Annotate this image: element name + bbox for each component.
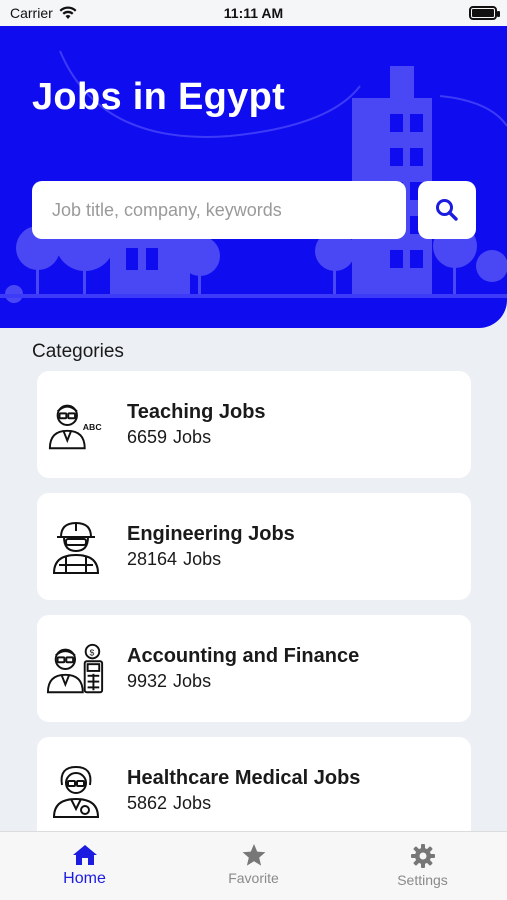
card-text: Healthcare Medical Jobs 5862 Jobs — [127, 766, 360, 816]
job-unit: Jobs — [173, 792, 212, 813]
carrier-label: Carrier — [10, 5, 53, 21]
category-card-teaching[interactable]: ABC Teaching Jobs 6659 Jobs — [37, 371, 471, 478]
category-count: 6659 Jobs — [127, 425, 266, 450]
category-count: 28164 Jobs — [127, 547, 295, 572]
card-text: Accounting and Finance 9932 Jobs — [127, 644, 359, 694]
svg-text:ABC: ABC — [83, 421, 103, 431]
engineer-icon — [46, 517, 106, 577]
tab-favorite[interactable]: Favorite — [169, 832, 338, 900]
category-card-healthcare[interactable]: Healthcare Medical Jobs 5862 Jobs — [37, 737, 471, 844]
tab-label: Home — [63, 870, 106, 887]
tab-bar: Home Favorite Settings — [0, 831, 507, 900]
job-count: 6659 — [127, 426, 168, 447]
tab-home[interactable]: Home — [0, 832, 169, 900]
gear-icon — [410, 844, 435, 868]
header: Jobs in Egypt — [0, 26, 507, 328]
svg-text:$: $ — [90, 647, 95, 657]
accountant-icon: $ — [46, 639, 106, 699]
category-card-engineering[interactable]: Engineering Jobs 28164 Jobs — [37, 493, 471, 600]
search-button[interactable] — [418, 181, 476, 239]
category-name: Accounting and Finance — [127, 644, 360, 667]
job-count: 5862 — [127, 792, 168, 813]
card-text: Engineering Jobs 28164 Jobs — [127, 522, 295, 572]
category-count: 9932 Jobs — [127, 669, 359, 694]
job-unit: Jobs — [173, 426, 212, 447]
category-card-accounting[interactable]: $ Accounting and Finance 9932 Jobs — [37, 615, 471, 722]
job-count: 28164 — [127, 548, 178, 569]
status-bar: Carrier 11:11 AM — [0, 0, 507, 26]
page-title: Jobs in Egypt — [32, 76, 286, 118]
category-name: Healthcare Medical Jobs — [127, 766, 361, 789]
doctor-icon — [46, 761, 106, 821]
category-name: Teaching Jobs — [127, 400, 266, 423]
search-input[interactable] — [50, 198, 388, 222]
status-left: Carrier — [10, 5, 77, 21]
job-unit: Jobs — [183, 548, 222, 569]
search-icon — [436, 199, 458, 221]
category-count: 5862 Jobs — [127, 791, 360, 816]
categories-title: Categories — [32, 341, 124, 362]
wifi-icon — [59, 6, 77, 19]
home-icon — [72, 845, 97, 865]
battery-icon — [469, 6, 500, 20]
tab-label: Settings — [397, 872, 448, 888]
tab-settings[interactable]: Settings — [338, 832, 507, 900]
teacher-icon: ABC — [46, 395, 106, 455]
job-unit: Jobs — [173, 670, 212, 691]
status-time: 11:11 AM — [223, 5, 284, 21]
star-icon — [242, 844, 265, 866]
category-name: Engineering Jobs — [127, 522, 295, 545]
job-count: 9932 — [127, 670, 168, 691]
search-box[interactable] — [32, 181, 406, 239]
tab-label: Favorite — [228, 870, 279, 886]
card-text: Teaching Jobs 6659 Jobs — [127, 400, 266, 450]
city-background-illustration — [0, 50, 507, 303]
